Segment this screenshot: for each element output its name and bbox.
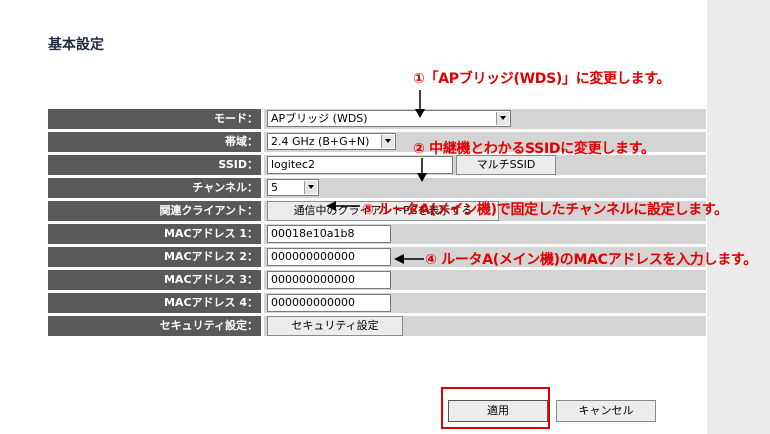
clients-label: 関連クライアント： bbox=[48, 201, 261, 221]
mac2-input[interactable]: 000000000000 bbox=[267, 248, 391, 266]
mode-row: モード： APブリッジ (WDS) bbox=[48, 109, 706, 129]
mode-label: モード： bbox=[48, 109, 261, 129]
down-arrow-icon bbox=[417, 158, 427, 182]
left-arrow-icon bbox=[394, 254, 424, 264]
mac4-label: MACアドレス 4： bbox=[48, 293, 261, 313]
mac3-input[interactable]: 000000000000 bbox=[267, 271, 391, 289]
mac1-input[interactable]: 00018e10a1b8 bbox=[267, 225, 391, 243]
annotation-note-1: ①「APブリッジ(WDS)」に変更します。 bbox=[413, 71, 671, 87]
channel-select[interactable]: 5 bbox=[267, 179, 319, 196]
down-arrow-icon bbox=[415, 90, 425, 118]
annotation-note-2: ② 中継機とわかるSSIDに変更します。 bbox=[413, 141, 655, 157]
mac1-row: MACアドレス 1： 00018e10a1b8 bbox=[48, 224, 706, 244]
mac3-label: MACアドレス 3： bbox=[48, 270, 261, 290]
chevron-down-icon bbox=[304, 181, 317, 194]
security-label: セキュリティ設定： bbox=[48, 316, 261, 336]
apply-highlight-box bbox=[441, 387, 550, 429]
channel-row: チャンネル： 5 bbox=[48, 178, 706, 198]
ssid-label: SSID： bbox=[48, 155, 261, 175]
mac1-label: MACアドレス 1： bbox=[48, 224, 261, 244]
page-title: 基本設定 bbox=[48, 37, 104, 53]
mac4-row: MACアドレス 4： 000000000000 bbox=[48, 293, 706, 313]
mac2-label: MACアドレス 2： bbox=[48, 247, 261, 267]
left-arrow-icon bbox=[326, 201, 360, 211]
security-settings-button[interactable]: セキュリティ設定 bbox=[267, 316, 403, 336]
ssid-row: SSID： logitec2 マルチSSID bbox=[48, 155, 706, 175]
chevron-down-icon bbox=[496, 112, 509, 125]
multi-ssid-button[interactable]: マルチSSID bbox=[456, 155, 556, 175]
cancel-button[interactable]: キャンセル bbox=[556, 400, 656, 422]
mode-select[interactable]: APブリッジ (WDS) bbox=[267, 110, 511, 127]
band-label: 帯域： bbox=[48, 132, 261, 152]
channel-label: チャンネル： bbox=[48, 178, 261, 198]
mac4-input[interactable]: 000000000000 bbox=[267, 294, 391, 312]
chevron-down-icon bbox=[381, 135, 394, 148]
band-select[interactable]: 2.4 GHz (B+G+N) bbox=[267, 133, 396, 150]
annotation-note-3: ③ ルータA(メイン機)で固定したチャンネルに設定します。 bbox=[362, 202, 728, 218]
mac3-row: MACアドレス 3： 000000000000 bbox=[48, 270, 706, 290]
security-row: セキュリティ設定： セキュリティ設定 bbox=[48, 316, 706, 336]
annotation-note-4: ④ ルータA(メイン機)のMACアドレスを入力します。 bbox=[425, 252, 757, 268]
